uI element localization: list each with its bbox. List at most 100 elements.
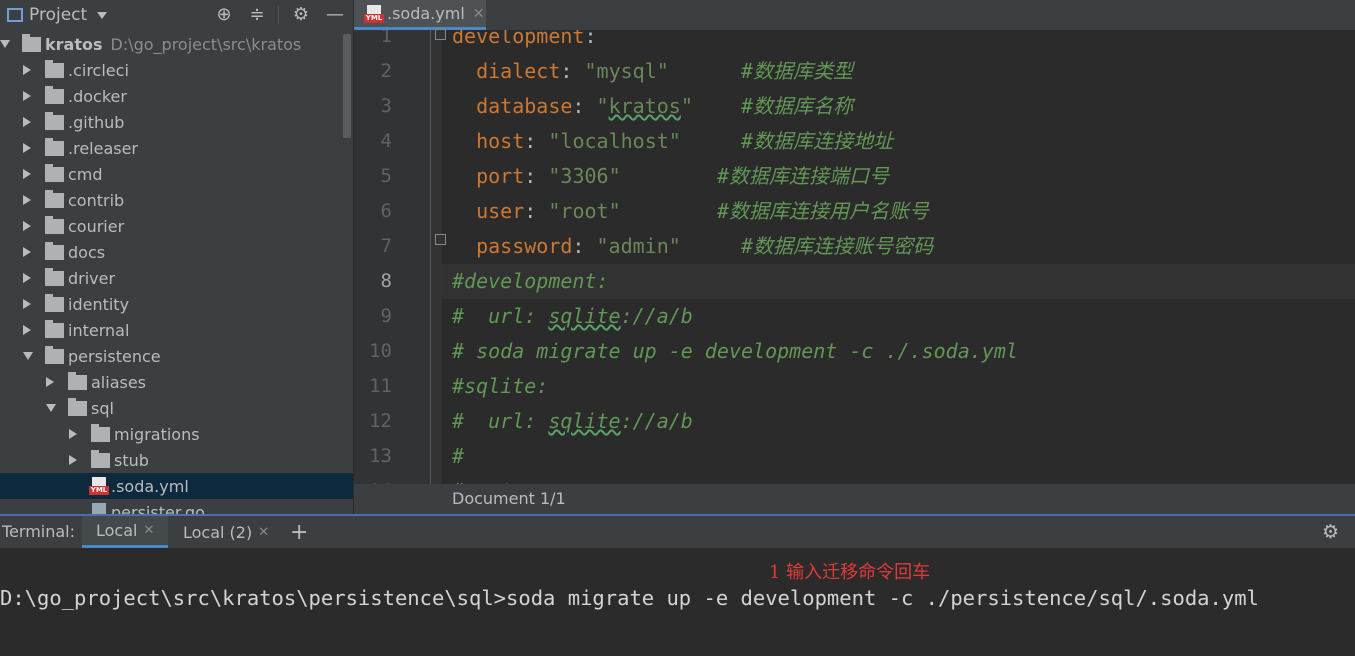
code-line[interactable]: #development: [452, 264, 609, 299]
gear-icon[interactable]: ⚙ [291, 5, 311, 25]
chevron-down-icon[interactable] [23, 352, 33, 360]
code-line[interactable]: # [452, 439, 464, 474]
chevron-down-icon[interactable] [97, 11, 108, 19]
yaml-comment: #数据库连接端口号 [716, 164, 889, 188]
terminal-tab-local-2[interactable]: Local (2) ✕ [169, 516, 283, 548]
close-icon[interactable]: ✕ [473, 6, 485, 22]
padding [669, 59, 741, 83]
chevron-down-icon[interactable] [0, 40, 10, 48]
document-indicator: Document 1/1 [452, 489, 566, 508]
yaml-comment: ://a/b [620, 409, 693, 433]
terminal-label: Terminal: [2, 522, 76, 541]
tree-item-identity[interactable]: identity [0, 291, 353, 317]
code-area[interactable]: development: dialect: "mysql" #数据库类型 dat… [442, 30, 1355, 484]
tree-item-persister-go[interactable]: persister.go [0, 499, 353, 514]
fold-marker-icon[interactable] [435, 234, 446, 245]
yaml-colon: : [560, 59, 585, 83]
project-view-selector[interactable]: Project [29, 5, 87, 25]
chevron-right-icon[interactable] [23, 195, 31, 205]
chevron-right-icon[interactable] [23, 247, 31, 257]
code-line[interactable]: password: "admin" #数据库连接账号密码 [452, 229, 933, 264]
tree-item-label: migrations [114, 424, 200, 444]
folder-icon [45, 345, 64, 364]
chevron-right-icon[interactable] [23, 169, 31, 179]
yaml-key: database [476, 94, 573, 118]
tree-item-label: persister.go [111, 502, 205, 515]
terminal-tab-local[interactable]: Local ✕ [82, 516, 169, 548]
code-line[interactable]: # url: sqlite://a/b [452, 404, 693, 439]
chevron-right-icon[interactable] [23, 221, 31, 231]
tree-item-kratos[interactable]: kratos D:\go_project\src\kratos [0, 31, 353, 57]
tree-item-stub[interactable]: stub [0, 447, 353, 473]
terminal-tab-bar: Terminal: Local ✕ Local (2) ✕ + ⚙ [0, 514, 1355, 548]
tree-item-cmd[interactable]: cmd [0, 161, 353, 187]
tree-item-docs[interactable]: docs [0, 239, 353, 265]
line-number: 7 [380, 235, 392, 257]
crosshair-icon[interactable]: ⊕ [214, 5, 234, 25]
tree-item-aliases[interactable]: aliases [0, 369, 353, 395]
chevron-right-icon[interactable] [23, 325, 31, 335]
tree-item-label: identity [68, 294, 130, 314]
line-number: 1 [380, 30, 392, 47]
yaml-value: " [596, 94, 609, 118]
project-window-icon [7, 8, 23, 22]
code-line[interactable]: # soda migrate up -e development -c ./.s… [452, 334, 1018, 369]
tree-item-persistence[interactable]: persistence [0, 343, 353, 369]
tree-item-circleci[interactable]: .circleci [0, 57, 353, 83]
tree-item-courier[interactable]: courier [0, 213, 353, 239]
chevron-right-icon[interactable] [23, 299, 31, 309]
chevron-right-icon[interactable] [23, 273, 31, 283]
tree-item-github[interactable]: .github [0, 109, 353, 135]
yaml-comment: #数据库连接用户名账号 [716, 199, 929, 223]
folder-icon [45, 85, 64, 104]
code-line[interactable]: #sqlite: [452, 369, 548, 404]
line-number: 6 [380, 200, 392, 222]
line-number: 10 [369, 340, 392, 362]
chevron-right-icon[interactable] [69, 429, 77, 439]
fold-marker-icon[interactable] [435, 29, 446, 40]
tree-item-driver[interactable]: driver [0, 265, 353, 291]
minimize-icon[interactable]: — [325, 5, 345, 25]
line-number-gutter: 1234567891011121314 [354, 30, 430, 484]
chevron-right-icon[interactable] [23, 117, 31, 127]
code-line[interactable]: dialect: "mysql" #数据库类型 [452, 54, 853, 89]
code-line[interactable]: host: "localhost" #数据库连接地址 [452, 124, 893, 159]
line-number: 13 [369, 445, 392, 467]
fold-gutter [430, 30, 442, 484]
close-icon[interactable]: ✕ [143, 523, 154, 538]
code-line[interactable]: #postgres: [452, 474, 572, 484]
chevron-right-icon[interactable] [69, 455, 77, 465]
code-line[interactable]: # url: sqlite://a/b [452, 299, 693, 334]
chevron-right-icon[interactable] [23, 143, 31, 153]
tree-item-sql[interactable]: sql [0, 395, 353, 421]
gear-icon[interactable]: ⚙ [1322, 521, 1339, 543]
chevron-right-icon[interactable] [23, 65, 31, 75]
tree-item-releaser[interactable]: .releaser [0, 135, 353, 161]
project-panel: Project ⊕ ≑ ⚙ — kratos D:\go_project\src\… [0, 0, 353, 514]
tree-item-soda-yml[interactable]: YML .soda.yml [0, 473, 353, 499]
close-icon[interactable]: ✕ [258, 525, 269, 540]
chevron-down-icon[interactable] [46, 404, 56, 412]
chevron-right-icon[interactable] [46, 377, 54, 387]
code-line[interactable]: port: "3306" #数据库连接端口号 [452, 159, 889, 194]
plus-icon[interactable]: + [290, 520, 308, 545]
yaml-colon: : [572, 234, 597, 258]
tree-item-migrations[interactable]: migrations [0, 421, 353, 447]
code-line[interactable]: user: "root" #数据库连接用户名账号 [452, 194, 929, 229]
terminal-command-line[interactable]: D:\go_project\src\kratos\persistence\sql… [0, 586, 1259, 610]
code-line[interactable]: database: "kratos" #数据库名称 [452, 89, 853, 124]
code-line[interactable]: development: [452, 30, 597, 54]
yaml-key: dialect [476, 59, 561, 83]
tree-item-internal[interactable]: internal [0, 317, 353, 343]
line-number: 12 [369, 410, 392, 432]
editor-tab-soda-yml[interactable]: YML .soda.yml ✕ [354, 0, 486, 30]
tree-scrollbar[interactable] [343, 34, 351, 138]
chevron-right-icon[interactable] [23, 91, 31, 101]
folder-icon [68, 397, 87, 416]
tree-item-contrib[interactable]: contrib [0, 187, 353, 213]
collapse-all-icon[interactable]: ≑ [247, 5, 267, 25]
yaml-colon: : [524, 164, 549, 188]
tree-item-docker[interactable]: .docker [0, 83, 353, 109]
yaml-comment: sqlite [548, 409, 621, 433]
